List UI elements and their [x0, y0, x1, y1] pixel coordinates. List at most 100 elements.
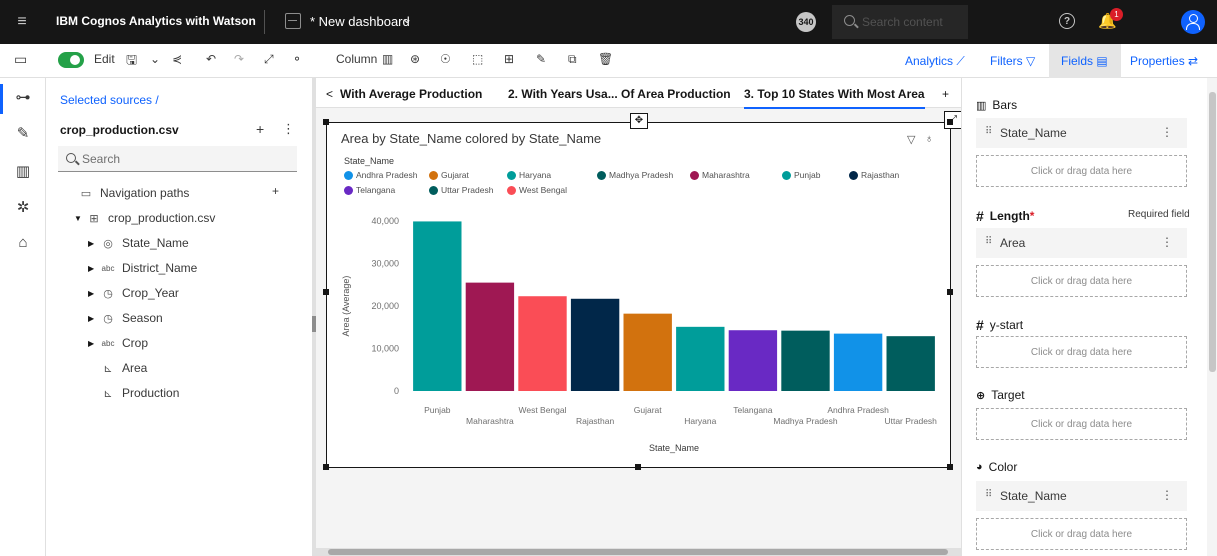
tab-2[interactable]: 2. With Years Usa... Of Area Production	[508, 87, 731, 101]
bar-andhra-pradesh[interactable]	[833, 333, 883, 391]
focus-icon[interactable]: ⬚	[472, 52, 483, 66]
tree-item-crop-year[interactable]: ▶ ◷ Crop_Year	[88, 284, 179, 302]
pin-icon[interactable]: ✎	[536, 52, 546, 66]
chevron-down-icon[interactable]: ⌄	[150, 52, 160, 66]
add-source-icon[interactable]: +	[256, 121, 264, 137]
color-field-chip[interactable]: ⠿ State_Name ⋮	[976, 481, 1187, 511]
analytics-button[interactable]: Analytics ⟋	[905, 54, 965, 69]
tab-3[interactable]: 3. Top 10 States With Most Area	[744, 87, 925, 109]
help-icon[interactable]: ?	[1059, 13, 1075, 29]
resize-handle[interactable]	[323, 289, 329, 295]
y-tick-label: 0	[394, 386, 399, 396]
bar-maharashtra[interactable]	[465, 282, 515, 391]
bar-telangana[interactable]	[728, 330, 778, 391]
resize-handle[interactable]	[635, 464, 641, 470]
tree-item-area[interactable]: ⊾ Area	[100, 359, 147, 377]
fields-panel: ▥ Bars ⠿ State_Name ⋮ Click or drag data…	[961, 78, 1217, 556]
lightbulb-icon[interactable]: ♁	[925, 133, 933, 145]
fields-button[interactable]: Fields ▤	[1061, 54, 1108, 68]
chat-icon[interactable]: ▭	[14, 51, 27, 68]
color-drop-zone[interactable]: Click or drag data here	[976, 518, 1187, 550]
tree-item-production[interactable]: ⊾ Production	[100, 384, 179, 402]
visualizations-icon[interactable]: ▥	[13, 162, 33, 182]
drag-handle-icon[interactable]: ⠿	[985, 126, 992, 137]
required-field-note: Required field	[1128, 209, 1190, 220]
bar-punjab[interactable]	[413, 221, 462, 391]
move-icon[interactable]: ✥	[630, 113, 648, 129]
chevron-down-icon[interactable]: ⌄	[402, 12, 412, 26]
tree-item-district-name[interactable]: ▶ abc District_Name	[88, 259, 197, 277]
chart-widget[interactable]: ✥ ⤢ Area by State_Name colored by State_…	[326, 111, 962, 468]
undo-icon[interactable]: ↶	[206, 52, 216, 66]
bar-west-bengal[interactable]	[518, 296, 567, 391]
filters-button[interactable]: Filters ▽	[990, 54, 1035, 68]
ystart-drop-zone[interactable]: Click or drag data here	[976, 336, 1187, 368]
bars-field-chip[interactable]: ⠿ State_Name ⋮	[976, 118, 1187, 148]
horizontal-scrollbar[interactable]	[316, 548, 961, 556]
widgets-icon[interactable]: ✲	[13, 198, 33, 218]
assistant-icon[interactable]: ⌂	[13, 234, 33, 254]
overflow-menu-icon[interactable]: ⋮	[1161, 125, 1173, 139]
caret-right-icon: ▶	[88, 263, 95, 273]
properties-button[interactable]: Properties ⇄	[1130, 54, 1198, 68]
redo-icon[interactable]: ↷	[234, 52, 244, 66]
drag-handle-icon[interactable]: ⠿	[985, 489, 992, 500]
connect-icon[interactable]: ⚬	[292, 52, 302, 66]
sources-breadcrumb[interactable]: Selected sources /	[60, 93, 159, 107]
add-navigation-path-icon[interactable]: +	[272, 184, 279, 198]
overflow-menu-icon[interactable]: ⋮	[1161, 235, 1173, 249]
delete-icon[interactable]: 🗑	[598, 52, 613, 66]
resize-handle[interactable]	[947, 289, 953, 295]
search-content-input[interactable]: Search content	[832, 5, 968, 39]
drag-handle-icon[interactable]: ⠿	[985, 236, 992, 247]
search-placeholder: Search content	[862, 15, 943, 29]
hamburger-menu-icon[interactable]: ≡	[0, 0, 44, 44]
target-drop-zone[interactable]: Click or drag data here	[976, 408, 1187, 440]
bar-haryana[interactable]	[676, 326, 725, 391]
user-avatar[interactable]	[1181, 10, 1205, 34]
add-tab-button[interactable]: +	[942, 87, 949, 101]
table-icon[interactable]: ⊞	[504, 52, 514, 66]
tree-item-season[interactable]: ▶ ◷ Season	[88, 309, 163, 327]
dashboard-title[interactable]: * New dashboard	[310, 14, 410, 29]
bars-drop-zone[interactable]: Click or drag data here	[976, 155, 1187, 187]
vertical-scrollbar[interactable]	[1207, 78, 1217, 556]
measure-icon: ⊾	[103, 387, 113, 400]
tree-item-crop[interactable]: ▶ abc Crop	[88, 334, 148, 352]
fullscreen-icon[interactable]: ⤢	[264, 52, 274, 67]
tab-1[interactable]: With Average Productions	[340, 87, 482, 101]
navigation-paths-item[interactable]: ▭ Navigation paths	[78, 184, 190, 202]
data-sources-icon[interactable]: ⊶	[13, 88, 33, 108]
tab-scroll-left-icon[interactable]: <	[326, 87, 333, 101]
overflow-menu-icon[interactable]: ⋮	[282, 121, 295, 137]
length-field-chip[interactable]: ⠿ Area ⋮	[976, 228, 1187, 258]
insights-icon[interactable]: ☉	[440, 52, 451, 66]
bars-slot-title: ▥ Bars	[976, 98, 1017, 112]
resize-handle[interactable]	[947, 119, 953, 125]
save-icon[interactable]: 🖫	[126, 51, 137, 73]
notification-count-badge[interactable]: 340	[796, 12, 816, 32]
length-drop-zone[interactable]: Click or drag data here	[976, 265, 1187, 297]
column-chart-icon[interactable]: ▥	[382, 52, 393, 66]
table-node[interactable]: ▼ ⊞ crop_production.csv	[74, 209, 215, 227]
analytics-label: Analytics	[905, 54, 954, 68]
edit-toggle[interactable]	[58, 52, 84, 68]
bar-uttar-pradesh[interactable]	[886, 336, 935, 391]
resize-handle[interactable]	[947, 464, 953, 470]
bar-gujarat[interactable]	[623, 313, 672, 391]
resize-handle[interactable]	[323, 464, 329, 470]
source-search-input[interactable]: Search	[58, 146, 297, 172]
filter-icon[interactable]: ▽	[907, 133, 915, 146]
pin-icon[interactable]: ✎	[13, 124, 33, 144]
bar-rajasthan[interactable]	[570, 298, 620, 391]
clock-icon: ◷	[103, 287, 113, 300]
share-icon[interactable]: ⋞	[172, 52, 182, 66]
tree-item-state-name[interactable]: ▶ ◎ State_Name	[88, 234, 189, 252]
target-label: Target	[991, 388, 1025, 402]
overflow-menu-icon[interactable]: ⋮	[1161, 488, 1173, 502]
duplicate-icon[interactable]: ⧉	[568, 52, 577, 67]
viz-type-label[interactable]: Column	[336, 52, 377, 66]
palette-icon[interactable]: ⊛	[410, 52, 420, 66]
bar-madhya-pradesh[interactable]	[781, 330, 830, 391]
resize-handle[interactable]	[323, 119, 329, 125]
